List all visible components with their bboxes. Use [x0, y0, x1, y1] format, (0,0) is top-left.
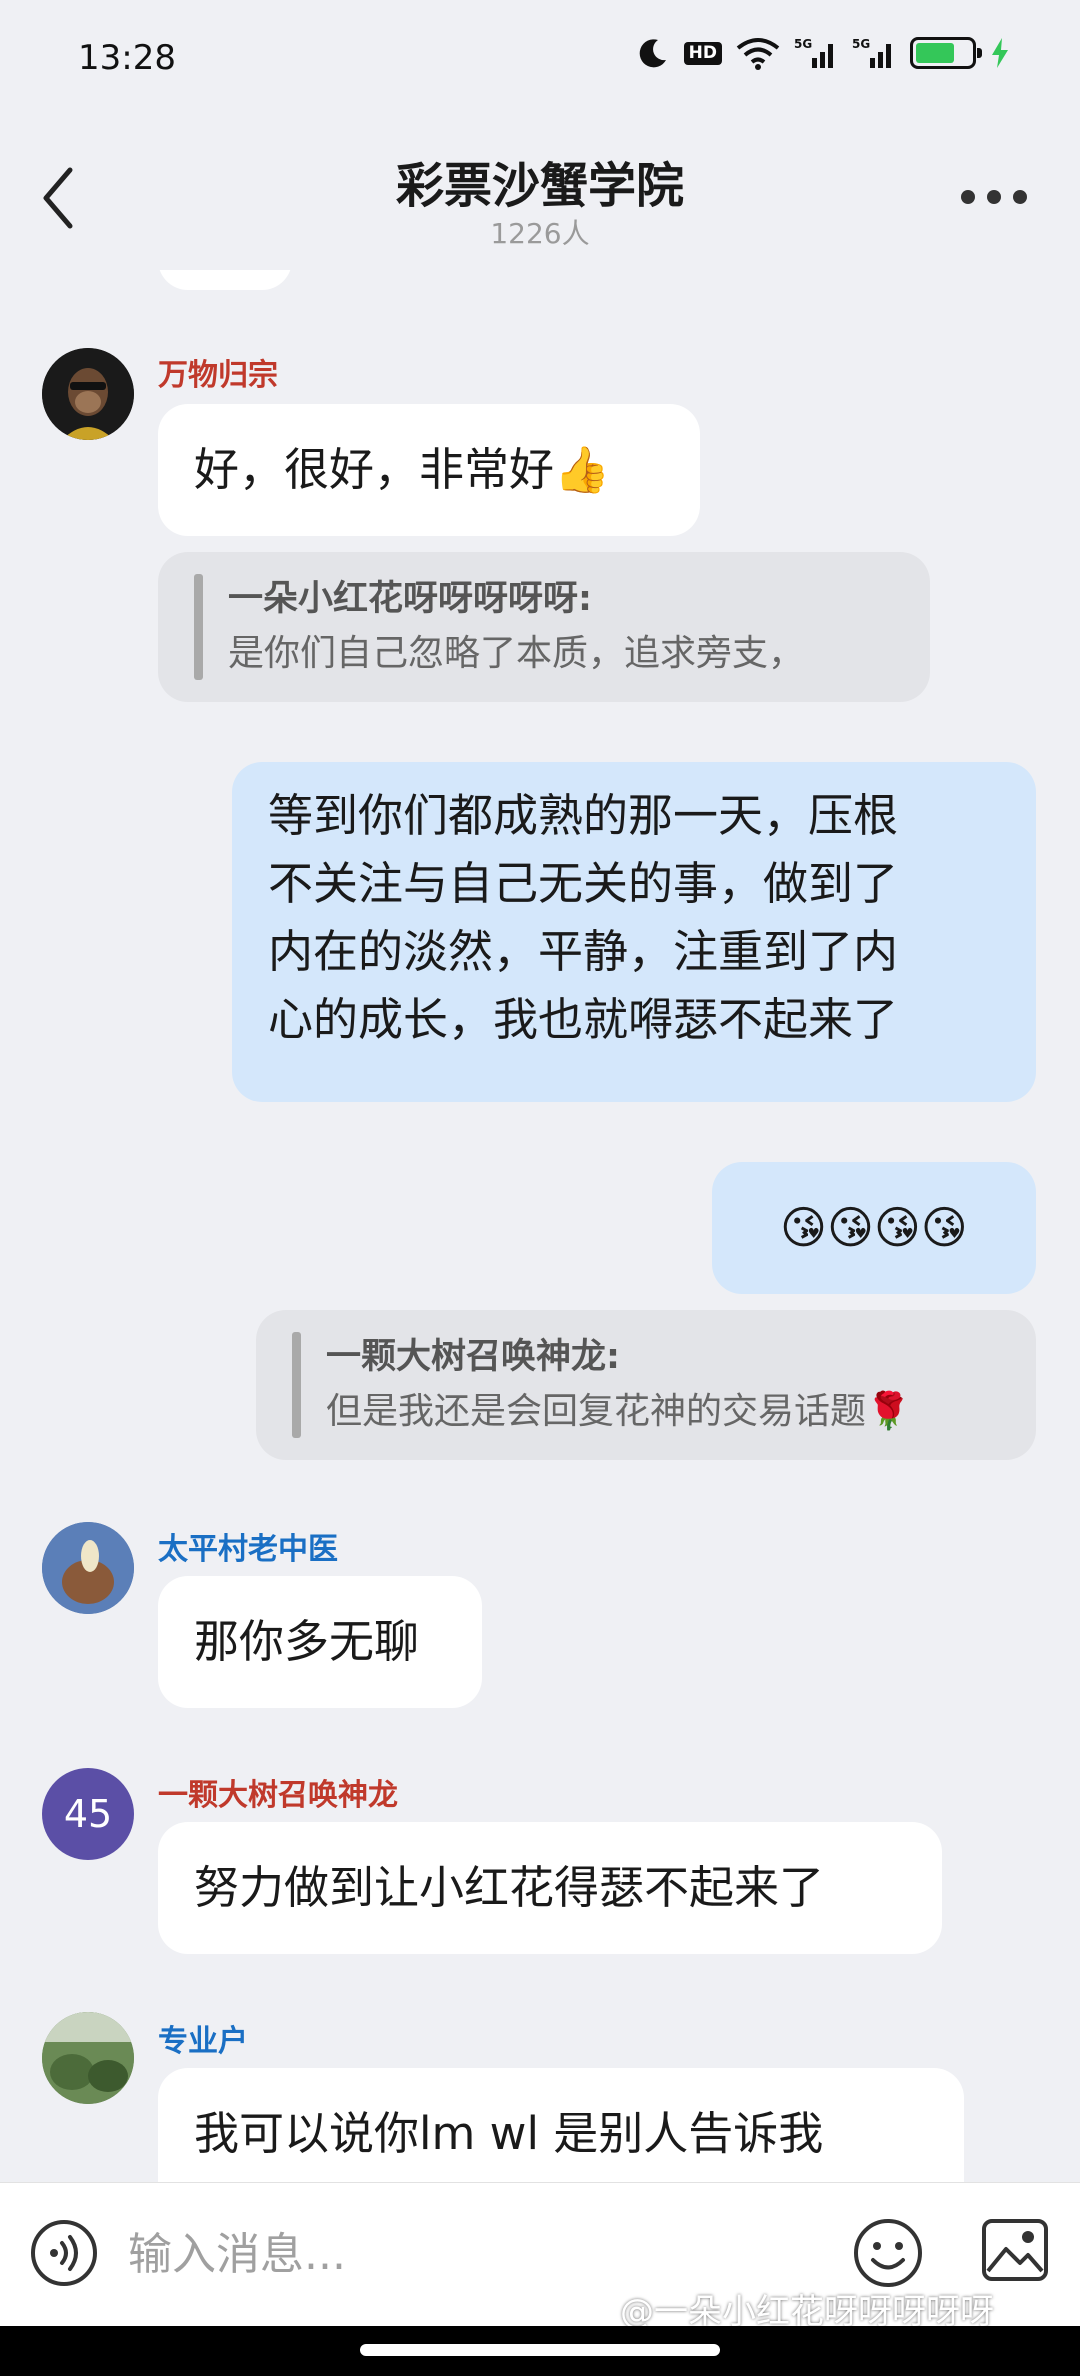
avatar[interactable]: [42, 348, 134, 440]
quote-text: 但是我还是会回复花神的交易话题🌹: [326, 1391, 911, 1432]
emoji-button[interactable]: [852, 2217, 924, 2289]
group-title[interactable]: 彩票沙蟹学院: [0, 146, 1080, 216]
chat-header: 彩票沙蟹学院 1226人: [0, 120, 1080, 270]
home-indicator[interactable]: [360, 2344, 720, 2356]
quote-bar: [194, 574, 203, 680]
message-bubble-partial[interactable]: [158, 270, 292, 290]
avatar[interactable]: 45: [42, 1768, 134, 1860]
message-bubble[interactable]: 努力做到让小红花得瑟不起来了: [158, 1822, 942, 1954]
charging-icon: [990, 36, 1010, 70]
image-icon: [982, 2219, 1048, 2281]
quoted-reply[interactable]: 一朵小红花呀呀呀呀呀: 是你们自己忽略了本质，追求旁支，: [158, 552, 930, 702]
navigation-bar: [0, 2326, 1080, 2376]
message-bubble[interactable]: 我可以说你lm wl 是别人告诉我: [158, 2068, 964, 2182]
sender-name[interactable]: 太平村老中医: [158, 1524, 338, 1568]
more-button[interactable]: [958, 182, 1030, 212]
wifi-icon: [736, 36, 780, 70]
battery-icon: [910, 37, 982, 69]
avatar[interactable]: [42, 1522, 134, 1614]
status-time: 13:28: [78, 38, 176, 78]
message-bubble[interactable]: 好，很好，非常好👍: [158, 404, 700, 536]
image-button[interactable]: [980, 2215, 1050, 2285]
sender-name[interactable]: 一颗大树召唤神龙: [158, 1770, 398, 1814]
quoted-reply[interactable]: 一颗大树召唤神龙: 但是我还是会回复花神的交易话题🌹: [256, 1310, 1036, 1460]
status-bar: 13:28 HD 5G 5G: [0, 0, 1080, 120]
avatar[interactable]: [42, 2012, 134, 2104]
signal-5g-icon: 5G: [852, 36, 896, 70]
quote-bar: [292, 1332, 301, 1438]
signal-5g-icon: 5G: [794, 36, 838, 70]
moon-icon: [636, 36, 670, 70]
svg-text:5G: 5G: [794, 37, 812, 51]
avatar-initials: 45: [63, 1792, 113, 1836]
message-line: 等到你们都成熟的那一天，压根: [268, 789, 899, 842]
message-line: 内在的淡然，平静，注重到了内: [268, 925, 899, 978]
message-list[interactable]: 万物归宗 好，很好，非常好👍 一朵小红花呀呀呀呀呀: 是你们自己忽略了本质，追求…: [0, 270, 1080, 2182]
quote-author: 一颗大树召唤神龙:: [326, 1337, 620, 1377]
svg-text:5G: 5G: [852, 37, 870, 51]
quote-text: 是你们自己忽略了本质，追求旁支，: [228, 633, 805, 674]
voice-button[interactable]: [30, 2219, 98, 2287]
message-line: 不关注与自己无关的事，做到了: [268, 857, 899, 910]
battery-fill: [916, 43, 954, 63]
message-line: 心的成长，我也就嘚瑟不起来了: [268, 993, 899, 1046]
message-bubble-self[interactable]: 😘😘😘😘: [712, 1162, 1036, 1294]
sender-name[interactable]: 专业户: [158, 2016, 248, 2060]
message-bubble-self[interactable]: 等到你们都成熟的那一天，压根 不关注与自己无关的事，做到了 内在的淡然，平静，注…: [232, 762, 1036, 1102]
member-count: 1226人: [490, 217, 590, 250]
voice-icon: [31, 2220, 97, 2286]
emoji-icon: [854, 2219, 922, 2287]
hd-icon: HD: [683, 41, 722, 65]
status-icons: HD 5G 5G: [636, 36, 1010, 70]
message-bubble[interactable]: 那你多无聊: [158, 1576, 482, 1708]
more-horizontal-icon: [961, 190, 1027, 204]
quote-author: 一朵小红花呀呀呀呀呀:: [228, 579, 592, 619]
sender-name[interactable]: 万物归宗: [158, 350, 278, 394]
